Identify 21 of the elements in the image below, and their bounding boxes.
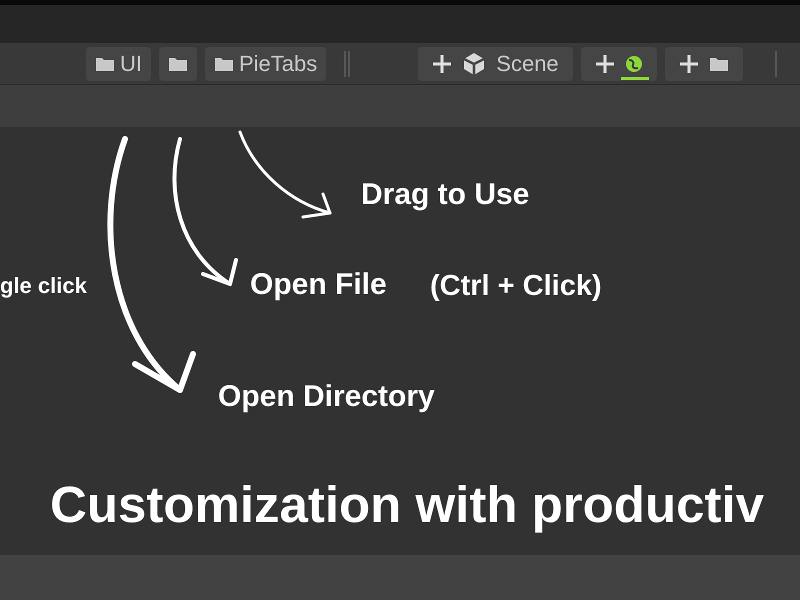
plus-icon [594,54,615,74]
folder-icon [95,56,115,72]
folder-button[interactable]: PieTabs [205,46,326,80]
annotation-label: (Ctrl + Click) [430,272,602,301]
add-tab-button[interactable] [664,46,743,80]
folder-button[interactable]: UI [86,46,151,80]
annotation-label: Drag to Use [361,180,530,210]
folder-icon [708,56,729,72]
annotation-label: gle click [0,275,87,297]
add-tab-button[interactable] [580,46,657,80]
plus-icon [678,54,699,74]
annotation-label: Open File [250,270,387,300]
add-tab-button[interactable]: Scene [418,46,573,80]
cube-icon [462,52,486,76]
folder-icon [214,56,234,72]
plus-icon [432,54,452,74]
annotation-label: Open Directory [218,382,435,412]
ball-icon [624,54,643,72]
folder-button[interactable] [159,46,197,80]
toolbar-separator [344,50,350,76]
folder-icon [168,56,188,72]
